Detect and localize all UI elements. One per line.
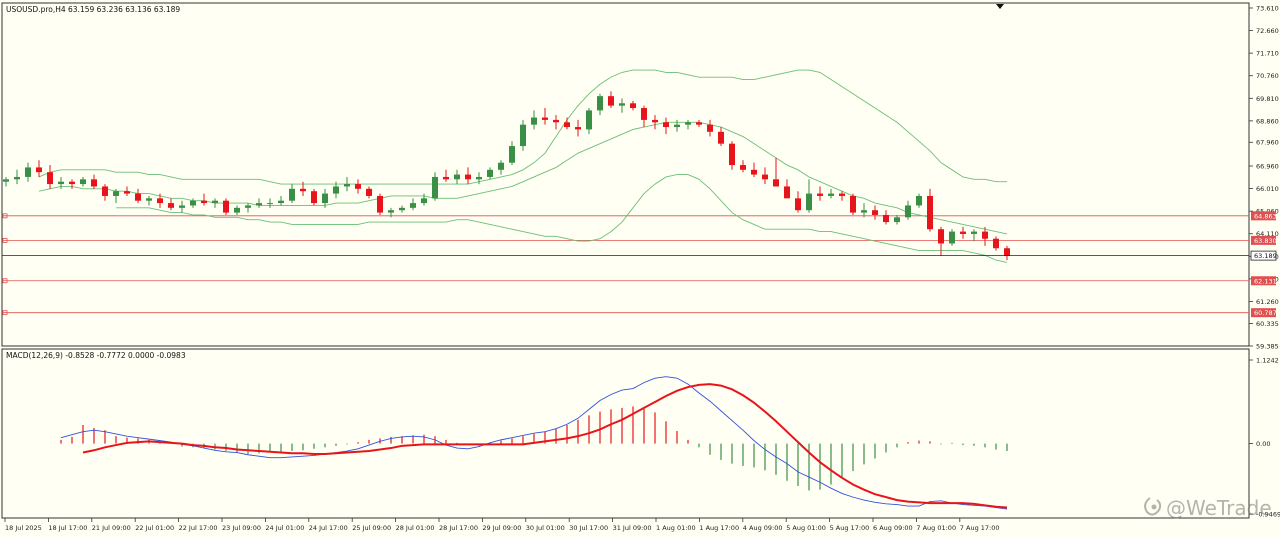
- candle: [223, 198, 229, 215]
- macd-info: MACD(12,26,9) -0.8528 -0.7772 0.0000 -0.…: [6, 351, 186, 360]
- level-price-label: 62.131: [1254, 277, 1277, 285]
- level-price-label: 60.787: [1254, 309, 1277, 317]
- price-tick-label: 69.810: [1256, 95, 1279, 103]
- time-tick-label: 18 Jul 2025: [5, 524, 42, 532]
- time-tick-label: 31 Jul 09:00: [613, 524, 652, 532]
- macd-tick-label: 0.00: [1256, 440, 1270, 448]
- price-tick-label: 66.010: [1256, 185, 1279, 193]
- candle: [949, 229, 955, 246]
- time-tick-label: 18 Jul 17:00: [48, 524, 87, 532]
- price-tick-label: 73.610: [1256, 5, 1279, 13]
- level-price-label: 63.830: [1254, 237, 1277, 245]
- time-tick-label: 29 Jul 09:00: [482, 524, 521, 532]
- time-tick-label: 5 Aug 17:00: [830, 524, 870, 532]
- price-tick-label: 60.335: [1256, 320, 1279, 328]
- price-tick-label: 61.260: [1256, 298, 1279, 306]
- time-tick-label: 24 Jul 17:00: [309, 524, 348, 532]
- time-tick-label: 1 Aug 17:00: [699, 524, 739, 532]
- price-tick-label: 71.710: [1256, 50, 1279, 58]
- price-tick-label: 66.960: [1256, 163, 1279, 171]
- time-tick-label: 23 Jul 09:00: [222, 524, 261, 532]
- time-tick-label: 7 Aug 17:00: [960, 524, 1000, 532]
- time-tick-label: 1 Aug 01:00: [656, 524, 696, 532]
- current-price-label: 63.189: [1254, 252, 1277, 260]
- macd-tick-label: 1.1242: [1256, 357, 1279, 365]
- watermark-text: @WeTrade: [1166, 496, 1272, 520]
- time-tick-label: 22 Jul 17:00: [179, 524, 218, 532]
- time-tick-label: 7 Aug 01:00: [916, 524, 956, 532]
- price-tick-label: 72.660: [1256, 27, 1279, 35]
- symbol-info: USOUSD.pro,H4 63.159 63.236 63.136 63.18…: [6, 5, 180, 14]
- candle: [377, 193, 383, 215]
- level-price-label: 64.863: [1254, 212, 1277, 220]
- time-tick-label: 22 Jul 01:00: [135, 524, 174, 532]
- time-tick-label: 24 Jul 01:00: [265, 524, 304, 532]
- time-tick-label: 30 Jul 01:00: [526, 524, 565, 532]
- price-tick-label: 59.385: [1256, 343, 1279, 351]
- time-tick-label: 28 Jul 17:00: [439, 524, 478, 532]
- candle: [311, 188, 317, 206]
- chart-background: [0, 0, 1280, 537]
- time-tick-label: 25 Jul 09:00: [352, 524, 391, 532]
- price-tick-label: 68.860: [1256, 117, 1279, 125]
- time-tick-label: 30 Jul 17:00: [569, 524, 608, 532]
- candle: [850, 193, 856, 215]
- time-tick-label: 21 Jul 09:00: [92, 524, 131, 532]
- time-tick-label: 5 Aug 01:00: [786, 524, 826, 532]
- time-tick-label: 28 Jul 01:00: [396, 524, 435, 532]
- price-tick-label: 67.960: [1256, 139, 1279, 147]
- trading-terminal: USOUSD.pro,H4 63.159 63.236 63.136 63.18…: [0, 0, 1280, 537]
- time-tick-label: 6 Aug 09:00: [873, 524, 913, 532]
- price-tick-label: 70.760: [1256, 72, 1279, 80]
- time-tick-label: 4 Aug 09:00: [743, 524, 783, 532]
